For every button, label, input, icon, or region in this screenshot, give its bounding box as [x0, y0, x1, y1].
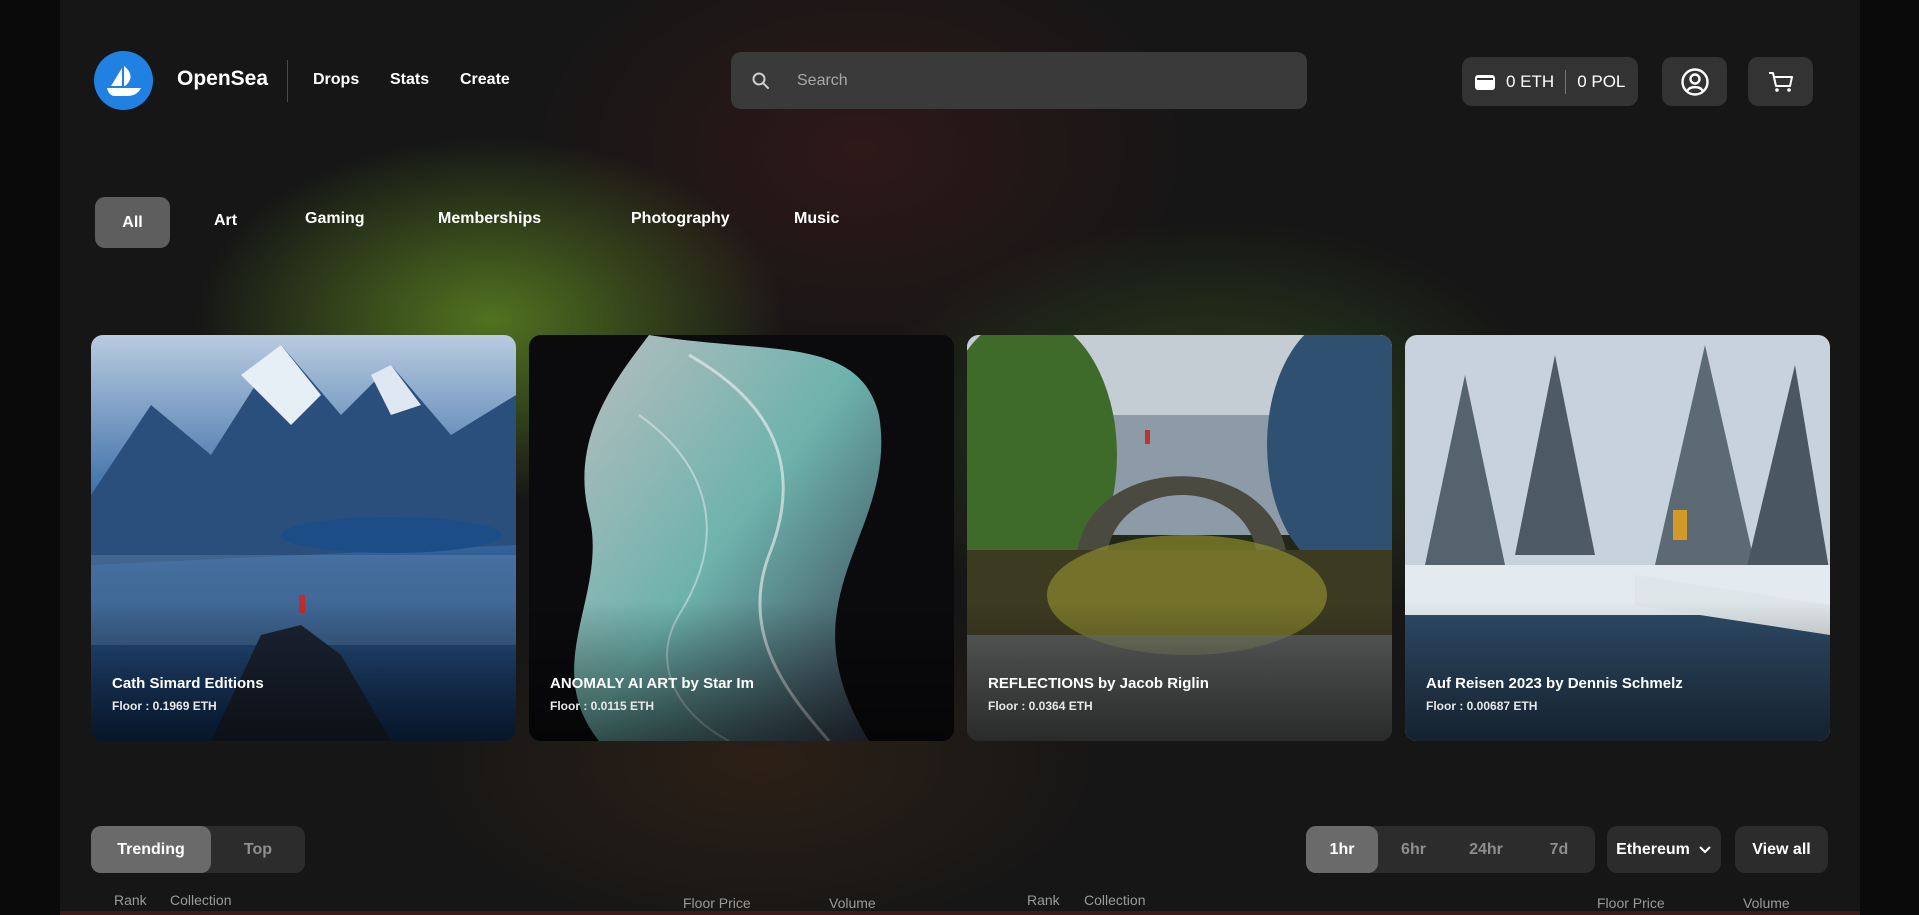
- account-button[interactable]: [1662, 57, 1727, 106]
- featured-card[interactable]: REFLECTIONS by Jacob Riglin Floor : 0.03…: [967, 335, 1392, 741]
- opensea-logo-icon[interactable]: [94, 51, 153, 110]
- card-title: REFLECTIONS by Jacob Riglin: [988, 675, 1209, 692]
- user-circle-icon: [1680, 67, 1709, 96]
- card-title: ANOMALY AI ART by Star Im: [550, 675, 754, 692]
- column-collection: Collection: [170, 892, 232, 908]
- category-music[interactable]: Music: [794, 210, 839, 228]
- column-volume: Volume: [1743, 895, 1790, 911]
- card-overlay: [1405, 601, 1830, 741]
- range-1hr[interactable]: 1hr: [1306, 826, 1378, 873]
- column-rank: Rank: [114, 892, 147, 908]
- featured-card[interactable]: Auf Reisen 2023 by Dennis Schmelz Floor …: [1405, 335, 1830, 741]
- pol-balance: 0 POL: [1577, 71, 1626, 91]
- card-title: Cath Simard Editions: [112, 675, 264, 692]
- cart-button[interactable]: [1748, 57, 1813, 106]
- view-all-button[interactable]: View all: [1735, 826, 1828, 873]
- time-range-selector: 1hr 6hr 24hr 7d: [1306, 826, 1595, 873]
- card-floor-price: Floor : 0.0115 ETH: [550, 699, 655, 713]
- cart-icon: [1768, 71, 1793, 92]
- wallet-icon: [1475, 74, 1495, 90]
- search-input[interactable]: [795, 70, 1279, 91]
- chain-label: Ethereum: [1616, 840, 1690, 858]
- range-6hr[interactable]: 6hr: [1378, 826, 1449, 873]
- app-window: OpenSea Drops Stats Create 0 ETH 0 POL: [60, 0, 1860, 915]
- column-floor-price: Floor Price: [1597, 895, 1665, 911]
- nav-stats[interactable]: Stats: [390, 71, 429, 89]
- category-memberships[interactable]: Memberships: [438, 210, 541, 228]
- chain-dropdown[interactable]: Ethereum: [1607, 826, 1721, 873]
- category-all[interactable]: All: [95, 197, 170, 248]
- card-floor-price: Floor : 0.0364 ETH: [988, 699, 1093, 713]
- column-rank: Rank: [1027, 892, 1060, 908]
- nav-create[interactable]: Create: [460, 71, 510, 89]
- category-photography[interactable]: Photography: [631, 210, 730, 228]
- category-art[interactable]: Art: [214, 212, 237, 230]
- range-7d[interactable]: 7d: [1523, 826, 1595, 873]
- card-overlay: [529, 601, 954, 741]
- search-bar[interactable]: [731, 52, 1307, 109]
- search-icon: [752, 72, 769, 89]
- chevron-down-icon: [1699, 845, 1711, 853]
- featured-card[interactable]: ANOMALY AI ART by Star Im Floor : 0.0115…: [529, 335, 954, 741]
- featured-card[interactable]: Cath Simard Editions Floor : 0.1969 ETH: [91, 335, 516, 741]
- card-overlay: [967, 601, 1392, 741]
- column-floor-price: Floor Price: [683, 895, 751, 911]
- nav-drops[interactable]: Drops: [313, 71, 359, 89]
- card-title: Auf Reisen 2023 by Dennis Schmelz: [1426, 675, 1683, 692]
- card-floor-price: Floor : 0.1969 ETH: [112, 699, 217, 713]
- header-divider: [287, 60, 288, 102]
- column-volume: Volume: [829, 895, 876, 911]
- card-floor-price: Floor : 0.00687 ETH: [1426, 699, 1538, 713]
- category-gaming[interactable]: Gaming: [305, 210, 365, 228]
- ranking-tabs: Trending Top: [91, 826, 305, 873]
- range-24hr[interactable]: 24hr: [1449, 826, 1523, 873]
- eth-balance: 0 ETH: [1506, 71, 1555, 91]
- brand-name[interactable]: OpenSea: [177, 67, 268, 91]
- column-collection: Collection: [1084, 892, 1146, 908]
- bottom-edge: [60, 911, 1860, 915]
- wallet-divider: [1565, 69, 1567, 94]
- wallet-balance[interactable]: 0 ETH 0 POL: [1462, 57, 1638, 106]
- card-overlay: [91, 601, 516, 741]
- tab-trending[interactable]: Trending: [91, 826, 211, 873]
- tab-top[interactable]: Top: [211, 826, 305, 873]
